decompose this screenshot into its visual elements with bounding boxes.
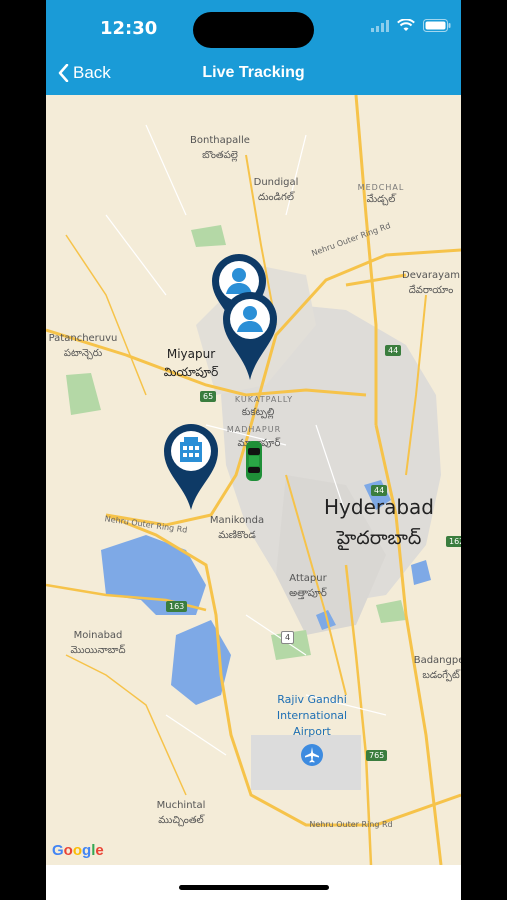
- chevron-left-icon: [58, 64, 69, 82]
- lake-east: [411, 560, 431, 585]
- highway-shield-163: 163: [166, 601, 188, 612]
- user-pin-icon-2[interactable]: [219, 288, 281, 382]
- label-kukatpally-te: కుకట్పల్లి: [241, 407, 275, 418]
- status-icons: [371, 19, 451, 32]
- car-icon[interactable]: [244, 440, 264, 482]
- label-moinabad: Moinabad: [73, 630, 123, 641]
- label-airport-line2: International: [276, 709, 348, 722]
- label-kukatpally: KUKATPALLY: [234, 395, 294, 404]
- label-madhapur: MADHAPUR: [226, 425, 282, 434]
- park-1: [191, 225, 226, 247]
- label-medchal-te: మేడ్చల్: [366, 194, 396, 205]
- label-badangpet: Badangpet: [413, 655, 461, 666]
- label-hyderabad-te: హైదరాబాద్: [336, 527, 422, 549]
- road-b: [65, 234, 147, 396]
- label-dundigal: Dundigal: [253, 177, 299, 188]
- label-orr-south: Nehru Outer Ring Rd: [309, 820, 393, 829]
- highway-shield-65: 65: [200, 391, 217, 402]
- bottom-bar: [46, 865, 461, 900]
- label-airport-line1: Rajiv Gandhi: [277, 693, 347, 706]
- park-4: [376, 600, 406, 623]
- label-moinabad-te: మొయినాబాద్: [70, 645, 126, 656]
- label-dundigal-te: దుండిగల్: [258, 192, 294, 203]
- label-miyapur: Miyapur: [166, 347, 216, 361]
- status-time: 12:30: [100, 18, 158, 39]
- home-indicator[interactable]: [179, 885, 329, 890]
- label-airport-line3: Airport: [293, 725, 331, 738]
- road-e: [65, 654, 187, 796]
- label-devarayam-te: దేవరాయాం: [408, 285, 454, 296]
- label-patancheruvu: Patancheruvu: [48, 333, 118, 344]
- wifi-icon: [397, 19, 415, 31]
- google-logo: Google: [52, 842, 104, 859]
- label-miyapur-te: మియాపూర్: [163, 365, 219, 379]
- back-button[interactable]: Back: [58, 63, 111, 83]
- phone-screen: 12:30 Back Live Tracking Bonthapalle బొం…: [46, 0, 461, 900]
- highway-shield-44a: 44: [385, 345, 402, 356]
- back-label: Back: [73, 63, 111, 82]
- label-patancheruvu-te: పటాన్చెరు: [63, 348, 103, 359]
- dynamic-island: [193, 12, 314, 48]
- signal-icon: [371, 19, 389, 32]
- highway-shield-162: 162: [446, 536, 461, 547]
- label-manikonda-te: మణికొండ: [218, 530, 256, 541]
- airport-icon: [301, 744, 323, 766]
- label-attapur: Attapur: [289, 573, 327, 584]
- park-2: [66, 373, 101, 415]
- label-medchal: MEDCHAL: [357, 183, 405, 192]
- app-header: 12:30 Back Live Tracking: [46, 0, 461, 95]
- label-muchintal-te: ముచ్చింతల్: [158, 815, 204, 826]
- map-view[interactable]: Bonthapalle బొంతపల్లె Dundigal దుండిగల్ …: [46, 95, 461, 865]
- label-manikonda: Manikonda: [209, 515, 265, 526]
- label-attapur-te: అత్తాపూర్: [289, 588, 327, 599]
- highway-shield-44b: 44: [371, 485, 388, 496]
- office-pin-icon[interactable]: [160, 420, 222, 512]
- highway-shield-4: 4: [281, 631, 295, 644]
- highway-shield-765: 765: [366, 750, 388, 761]
- label-badangpet-te: బడంగ్పేట్: [422, 670, 460, 681]
- battery-icon: [423, 19, 451, 32]
- label-devarayam: Devarayam: [402, 270, 460, 281]
- label-hyderabad: Hyderabad: [324, 495, 434, 519]
- lake-southwest: [171, 620, 231, 705]
- lake-west: [101, 535, 206, 615]
- label-bonthapalle-te: బొంతపల్లె: [202, 150, 238, 161]
- label-bonthapalle: Bonthapalle: [190, 135, 250, 146]
- label-muchintal: Muchintal: [156, 800, 206, 811]
